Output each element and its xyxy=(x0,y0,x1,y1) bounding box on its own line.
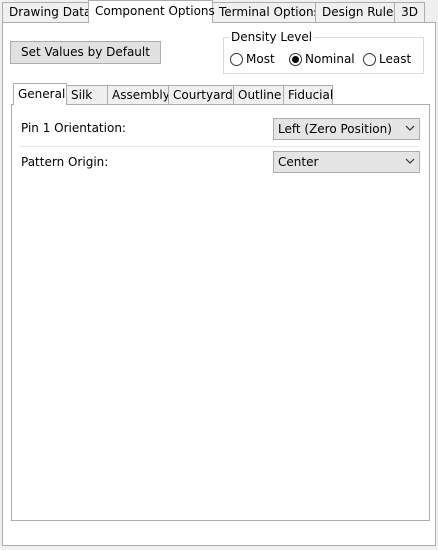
density-nominal-radio[interactable]: Nominal xyxy=(289,51,355,67)
density-least-radio[interactable]: Least xyxy=(363,51,411,67)
chevron-down-icon xyxy=(405,158,415,164)
tab-fiducial[interactable]: Fiducial xyxy=(283,85,333,104)
tab-general[interactable]: General xyxy=(13,83,67,105)
radio-unchecked-icon xyxy=(363,52,376,66)
pattern-origin-label: Pattern Origin: xyxy=(21,155,109,169)
chevron-down-icon xyxy=(405,125,415,131)
pattern-origin-select[interactable]: Center xyxy=(273,151,420,173)
pin1-orientation-label: Pin 1 Orientation: xyxy=(21,121,126,135)
pattern-origin-value: Center xyxy=(278,155,319,169)
radio-checked-icon xyxy=(289,52,302,66)
tab-3d[interactable]: 3D xyxy=(394,2,425,22)
tab-design-rules[interactable]: Design Rules xyxy=(315,2,400,22)
density-least-label: Least xyxy=(379,52,412,66)
density-most-radio[interactable]: Most xyxy=(230,51,275,67)
radio-unchecked-icon xyxy=(230,52,243,66)
tab-courtyard[interactable]: Courtyard xyxy=(168,85,234,104)
pin1-orientation-select[interactable]: Left (Zero Position) xyxy=(273,118,420,140)
density-nominal-label: Nominal xyxy=(305,52,355,66)
component-options-window: Drawing Data Component Options Terminal … xyxy=(0,0,438,550)
pin1-orientation-value: Left (Zero Position) xyxy=(278,122,392,136)
tab-silk[interactable]: Silk xyxy=(66,85,108,104)
density-level-group: Density Level Most Nominal Least xyxy=(223,29,424,74)
tab-terminal-options[interactable]: Terminal Options xyxy=(212,2,320,22)
row-divider xyxy=(20,146,418,147)
tab-component-options[interactable]: Component Options xyxy=(88,0,215,23)
tab-drawing-data[interactable]: Drawing Data xyxy=(2,2,91,22)
tab-assembly[interactable]: Assembly xyxy=(107,85,170,104)
density-most-label: Most xyxy=(246,52,275,66)
density-level-legend: Density Level xyxy=(229,29,315,45)
tab-outline[interactable]: Outline xyxy=(233,85,284,104)
set-values-by-default-button[interactable]: Set Values by Default xyxy=(10,41,161,64)
